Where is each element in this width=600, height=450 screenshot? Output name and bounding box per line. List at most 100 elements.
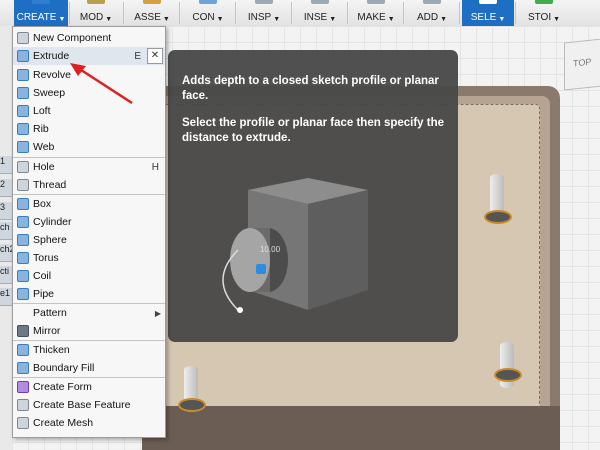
hole-icon	[17, 161, 29, 173]
browser-tab[interactable]: 3	[0, 202, 12, 220]
menu-item-label: Thicken	[33, 344, 70, 356]
menu-item-label: Loft	[33, 105, 51, 117]
toolbar-inse-icon	[311, 0, 329, 4]
menu-item-sweep[interactable]: Sweep	[13, 84, 165, 102]
menu-item-create-form[interactable]: Create Form	[13, 378, 165, 396]
menu-item-label: Create Mesh	[33, 417, 94, 429]
submenu-arrow-icon: ▶	[154, 308, 161, 318]
toolbar-stoi-button[interactable]: STOI ▼	[518, 0, 570, 26]
menu-item-label: Boundary Fill	[33, 362, 95, 374]
menu-item-label: Create Base Feature	[33, 399, 131, 411]
toolbar: CREATE ▼ MOD ▼ ASSE ▼ CON ▼ INSP ▼ INSE ▼ MAKE ▼ ADD ▼ S…	[0, 0, 600, 27]
new-component-icon	[17, 32, 29, 44]
toolbar-label: CON	[192, 12, 215, 23]
toolbar-label: MOD	[79, 12, 104, 23]
menu-item-sphere[interactable]: Sphere	[13, 231, 165, 249]
dropdown-arrow-icon: ▼	[440, 16, 448, 23]
menu-item-rib[interactable]: Rib	[13, 120, 165, 138]
toolbar-asse-button[interactable]: ASSE ▼	[126, 0, 178, 26]
browser-tab[interactable]: e1	[0, 288, 12, 306]
toolbar-con-icon	[199, 0, 217, 4]
toolbar-make-button[interactable]: MAKE ▼	[350, 0, 402, 26]
menu-item-hole[interactable]: Hole H	[13, 158, 165, 176]
toolbar-inse-button[interactable]: INSE ▼	[294, 0, 346, 26]
menu-item-create-base-feature[interactable]: Create Base Feature	[13, 396, 165, 414]
menu-item-label: Coil	[33, 270, 52, 282]
dimension-value: 10.00	[260, 245, 281, 254]
browser-tab[interactable]: ch	[0, 222, 12, 240]
extrude-icon	[17, 50, 29, 62]
dropdown-arrow-icon: ▼	[273, 16, 281, 23]
menu-item-boundary-fill[interactable]: Boundary Fill	[13, 359, 165, 377]
toolbar-label: ASSE	[134, 12, 161, 23]
view-cube[interactable]: TOP	[564, 37, 600, 91]
menu-item-torus[interactable]: Torus	[13, 249, 165, 267]
toolbar-separator	[403, 2, 404, 24]
menu-item-revolve[interactable]: Revolve	[13, 66, 165, 84]
menu-item-extrude[interactable]: Extrude E ✕	[13, 47, 165, 65]
menu-item-label: Box	[33, 198, 52, 210]
menu-item-thicken[interactable]: Thicken	[13, 341, 165, 359]
toolbar-con-button[interactable]: CON ▼	[182, 0, 234, 26]
menu-item-pattern[interactable]: Pattern ▶	[13, 304, 165, 322]
menu-item-new-component[interactable]: New Component	[13, 29, 165, 47]
browser-tab[interactable]: 1	[0, 156, 12, 174]
thread-icon	[17, 179, 29, 191]
close-icon[interactable]: ✕	[147, 48, 163, 64]
extrude-illustration: 10.00	[222, 178, 368, 313]
toolbar-create-icon	[32, 0, 50, 4]
menu-item-create-mesh[interactable]: Create Mesh	[13, 414, 165, 432]
create-base-feature-icon	[17, 399, 29, 411]
toolbar-label: CREATE	[16, 12, 57, 23]
toolbar-separator	[515, 2, 516, 24]
pipe-icon	[17, 288, 29, 300]
sphere-icon	[17, 234, 29, 246]
menu-item-coil[interactable]: Coil	[13, 267, 165, 285]
toolbar-label: SELE	[470, 12, 497, 23]
create-dropdown-menu: New Component Extrude E ✕ Revolve Sweep Loft Ri…	[12, 26, 166, 438]
browser-tab[interactable]: 2	[0, 179, 12, 197]
create-mesh-icon	[17, 417, 29, 429]
extrude-tooltip: Adds depth to a closed sketch profile or…	[168, 50, 458, 342]
menu-item-label: Rib	[33, 123, 49, 135]
loft-icon	[17, 105, 29, 117]
menu-item-box[interactable]: Box	[13, 195, 165, 213]
menu-item-cylinder[interactable]: Cylinder	[13, 213, 165, 231]
toolbar-separator	[291, 2, 292, 24]
browser-tab[interactable]: ch2	[0, 244, 12, 262]
menu-item-pipe[interactable]: Pipe	[13, 285, 165, 303]
dropdown-arrow-icon: ▼	[58, 16, 66, 23]
toolbar-insp-icon	[255, 0, 273, 4]
browser-panel-edge: 1 2 3 ch ch2 cti e1	[0, 26, 12, 450]
menu-item-label: Torus	[33, 252, 59, 264]
toolbar-separator	[123, 2, 124, 24]
menu-item-mirror[interactable]: Mirror	[13, 322, 165, 340]
browser-tab[interactable]: cti	[0, 266, 12, 284]
menu-item-label: Create Form	[33, 381, 92, 393]
toolbar-add-button[interactable]: ADD ▼	[406, 0, 458, 26]
toolbar-make-icon	[367, 0, 385, 4]
toolbar-sele-button[interactable]: SELE ▼	[462, 0, 514, 26]
menu-item-label: Sphere	[33, 234, 67, 246]
enclosure-front-wall	[142, 406, 560, 450]
cylinder-icon	[17, 216, 29, 228]
toolbar-mod-button[interactable]: MOD ▼	[70, 0, 122, 26]
menu-item-loft[interactable]: Loft	[13, 102, 165, 120]
menu-item-label: Sweep	[33, 87, 66, 99]
menu-item-label: Web	[33, 141, 55, 153]
toolbar-insp-button[interactable]: INSP ▼	[238, 0, 290, 26]
toolbar-separator	[459, 2, 460, 24]
toolbar-label: STOI	[527, 12, 552, 23]
dropdown-arrow-icon: ▼	[329, 16, 337, 23]
dropdown-arrow-icon: ▼	[498, 16, 506, 23]
toolbar-label: INSE	[303, 12, 328, 23]
toolbar-asse-icon	[143, 0, 161, 4]
menu-item-thread[interactable]: Thread	[13, 176, 165, 194]
menu-item-label: Cylinder	[33, 216, 72, 228]
menu-item-web[interactable]: Web	[13, 138, 165, 156]
tooltip-instructions: Select the profile or planar face then s…	[182, 117, 445, 144]
toolbar-create-button[interactable]: CREATE ▼	[14, 0, 68, 26]
menu-item-label: Mirror	[33, 325, 61, 337]
dropdown-arrow-icon: ▼	[553, 16, 561, 23]
menu-item-label: Hole	[33, 161, 55, 173]
